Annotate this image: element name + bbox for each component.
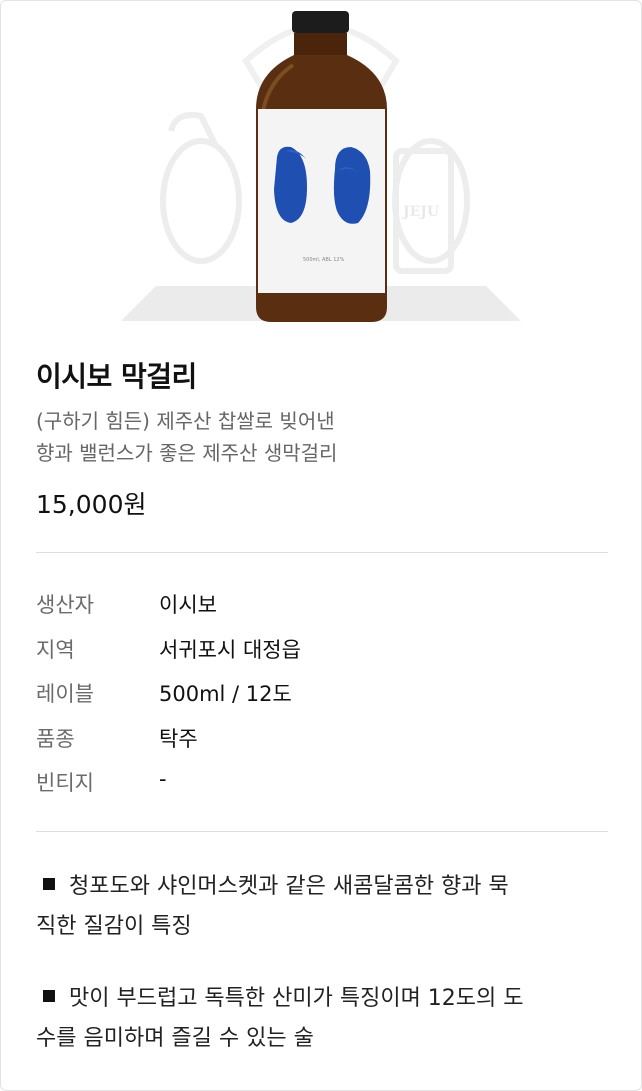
- tasting-notes: 청포도와 샤인머스켓과 같은 새콤달콤한 향과 묵 직한 질감이 특징 맛이 부…: [36, 867, 616, 1090]
- logo-text: JEJU: [401, 204, 439, 220]
- bottle: 500ml, ABL 12%: [256, 11, 387, 322]
- product-image: JEJU 500ml, ABL 12%: [121, 11, 521, 322]
- tasting-note: 청포도와 샤인머스켓과 같은 새콤달콤한 향과 묵 직한 질감이 특징: [36, 867, 616, 947]
- note-text: 수를 음미하며 즐길 수 있는 술: [36, 1026, 314, 1051]
- square-bullet-icon: [43, 878, 55, 890]
- product-title: 이시보 막걸리: [36, 360, 197, 393]
- divider: [36, 552, 608, 553]
- spec-row-producer: 생산자 이시보: [36, 583, 608, 628]
- product-card: JEJU 500ml, ABL 12% 이시보 막걸리 (구하기 힘든) 제주산…: [0, 0, 642, 1091]
- spec-key: 레이블: [36, 682, 94, 706]
- spec-value: 500ml / 12도: [159, 682, 292, 706]
- spec-key: 품종: [36, 726, 75, 751]
- note-text: 맛이 부드럽고 독특한 산미가 특징이며 12도의 도: [69, 986, 524, 1011]
- spec-row-region: 지역 서귀포시 대정읍: [36, 628, 608, 673]
- bottle-label-text: 500ml, ABL 12%: [303, 257, 345, 263]
- spec-row-vintage: 빈티지 -: [36, 761, 608, 806]
- spec-table: 생산자 이시보 지역 서귀포시 대정읍 레이블 500ml / 12도 품종 탁…: [36, 583, 608, 806]
- spec-row-variety: 품종 탁주: [36, 717, 608, 762]
- square-bullet-icon: [43, 990, 55, 1002]
- spec-key: 생산자: [36, 593, 94, 617]
- spec-value: 이시보: [159, 593, 217, 617]
- spec-value: 탁주: [159, 726, 198, 751]
- note-text: 직한 질감이 특징: [36, 914, 192, 939]
- spec-key: 지역: [36, 637, 75, 662]
- spec-key: 빈티지: [36, 771, 94, 795]
- spec-row-label: 레이블 500ml / 12도: [36, 672, 608, 717]
- product-description: (구하기 힘든) 제주산 찹쌀로 빚어낸 향과 밸런스가 좋은 제주산 생막걸리: [36, 405, 337, 469]
- description-line: (구하기 힘든) 제주산 찹쌀로 빚어낸: [36, 409, 335, 433]
- product-price: 15,000원: [36, 490, 147, 519]
- spec-value: 서귀포시 대정읍: [159, 637, 301, 662]
- tasting-note: 맛이 부드럽고 독특한 산미가 특징이며 12도의 도 수를 음미하며 즐길 수…: [36, 979, 616, 1059]
- spec-value: -: [159, 767, 167, 791]
- divider: [36, 831, 608, 832]
- note-text: 청포도와 샤인머스켓과 같은 새콤달콤한 향과 묵: [69, 874, 509, 899]
- description-line: 향과 밸런스가 좋은 제주산 생막걸리: [36, 441, 338, 465]
